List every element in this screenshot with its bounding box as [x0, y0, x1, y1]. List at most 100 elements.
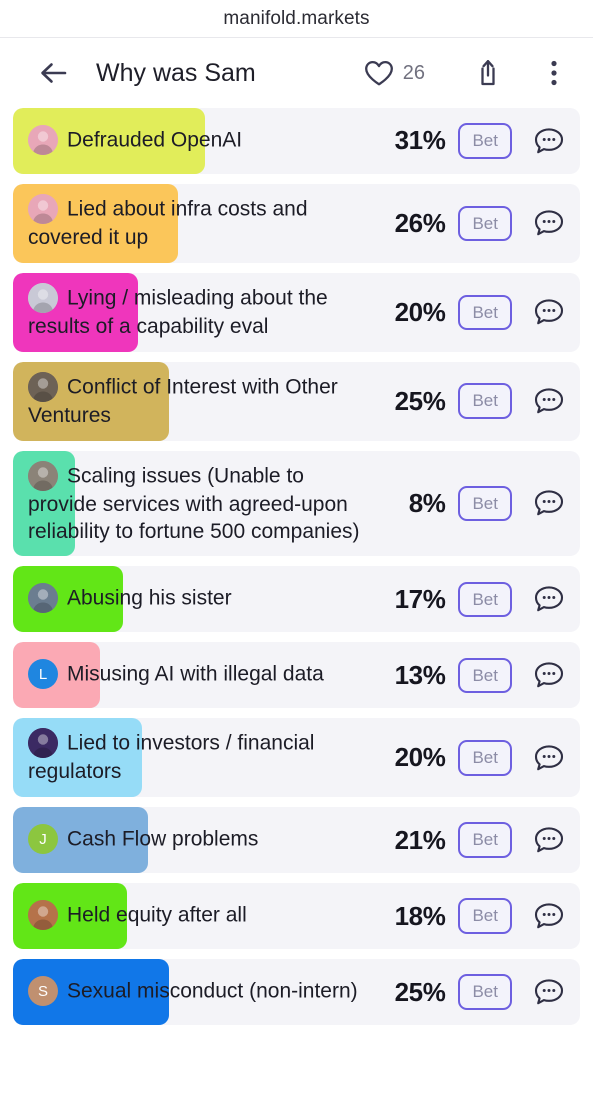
- answer-text-block: Conflict of Interest with Other Ventures: [28, 371, 373, 430]
- bet-button[interactable]: Bet: [458, 294, 512, 331]
- answer-label: Sexual misconduct (non-intern): [67, 979, 358, 1003]
- comment-icon: [533, 208, 565, 238]
- answer-row[interactable]: Conflict of Interest with Other Ventures…: [13, 361, 580, 441]
- comment-button[interactable]: [532, 658, 566, 692]
- answer-controls: 13% Bet: [373, 657, 580, 694]
- answer-row[interactable]: Defrauded OpenAI 31% Bet: [13, 108, 580, 174]
- answer-label: Held equity after all: [67, 903, 247, 927]
- answer-row[interactable]: Lied to investors / financial regulators…: [13, 718, 580, 798]
- probability-value: 25%: [394, 976, 446, 1007]
- answer-label: Lying / misleading about the results of …: [28, 286, 328, 338]
- avatar[interactable]: [28, 900, 58, 931]
- more-menu-button[interactable]: [535, 53, 573, 93]
- avatar[interactable]: [28, 371, 58, 402]
- answer-main: Scaling issues (Unable to provide servic…: [13, 460, 373, 546]
- bet-button[interactable]: Bet: [458, 205, 512, 242]
- answer-main: Defrauded OpenAI: [13, 125, 373, 156]
- answer-row[interactable]: Scaling issues (Unable to provide servic…: [13, 450, 580, 557]
- comment-icon: [533, 977, 565, 1007]
- comment-button[interactable]: [532, 124, 566, 158]
- avatar[interactable]: L: [28, 659, 58, 690]
- answer-controls: 20% Bet: [373, 740, 580, 776]
- answer-controls: 21% Bet: [373, 822, 580, 859]
- answer-row[interactable]: Held equity after all 18% Bet: [13, 883, 580, 950]
- bet-button[interactable]: Bet: [458, 822, 512, 859]
- answer-row[interactable]: Lying / misleading about the results of …: [13, 272, 580, 352]
- answer-controls: 17% Bet: [373, 581, 580, 618]
- url-text[interactable]: manifold.markets: [223, 8, 369, 30]
- avatar[interactable]: J: [28, 824, 58, 855]
- probability-value: 20%: [394, 742, 446, 773]
- comment-icon: [533, 660, 565, 690]
- comment-icon: [533, 297, 565, 327]
- probability-value: 18%: [394, 900, 446, 931]
- answer-row[interactable]: L Misusing AI with illegal data 13% Bet: [13, 642, 580, 709]
- bet-button[interactable]: Bet: [458, 740, 512, 776]
- avatar[interactable]: [28, 583, 58, 614]
- answer-row[interactable]: J Cash Flow problems 21% Bet: [13, 807, 580, 874]
- comment-button[interactable]: [532, 899, 566, 933]
- answer-row[interactable]: S Sexual misconduct (non-intern) 25% Bet: [13, 959, 580, 1026]
- probability-value: 17%: [394, 583, 446, 614]
- answer-main: Held equity after all: [13, 900, 373, 931]
- comment-button[interactable]: [532, 295, 566, 329]
- answer-controls: 20% Bet: [373, 294, 580, 331]
- avatar[interactable]: [28, 728, 58, 759]
- answer-main: S Sexual misconduct (non-intern): [13, 976, 373, 1007]
- bet-button[interactable]: Bet: [458, 974, 512, 1011]
- answer-label: Defrauded OpenAI: [67, 128, 243, 152]
- answer-row[interactable]: Abusing his sister 17% Bet: [13, 566, 580, 633]
- answer-list: Defrauded OpenAI 31% Bet Lied about infra c…: [0, 108, 593, 1026]
- answer-text-block: L Misusing AI with illegal data: [28, 659, 330, 690]
- comment-icon: [533, 825, 565, 855]
- avatar[interactable]: [28, 194, 58, 224]
- comment-button[interactable]: [532, 206, 566, 240]
- answer-main: Lying / misleading about the results of …: [13, 282, 373, 341]
- answer-text-block: Defrauded OpenAI: [28, 125, 248, 156]
- more-vertical-icon: [550, 59, 558, 87]
- answer-text-block: Abusing his sister: [28, 583, 238, 614]
- answer-label: Conflict of Interest with Other Ventures: [28, 375, 338, 427]
- comment-icon: [533, 488, 565, 518]
- avatar[interactable]: [28, 282, 58, 313]
- answer-text-block: Lying / misleading about the results of …: [28, 282, 373, 341]
- bet-button[interactable]: Bet: [458, 898, 512, 935]
- comment-button[interactable]: [532, 486, 566, 520]
- answer-controls: 25% Bet: [373, 974, 580, 1011]
- bet-button[interactable]: Bet: [458, 581, 512, 618]
- comment-icon: [533, 584, 565, 614]
- avatar[interactable]: [28, 125, 58, 155]
- answer-controls: 8% Bet: [373, 485, 580, 522]
- bet-button[interactable]: Bet: [458, 657, 512, 694]
- bet-button[interactable]: Bet: [458, 383, 512, 419]
- answer-controls: 26% Bet: [373, 205, 580, 242]
- comment-button[interactable]: [532, 823, 566, 857]
- comment-icon: [533, 743, 565, 773]
- like-button[interactable]: 26: [364, 60, 425, 87]
- answer-main: Lied to investors / financial regulators: [13, 728, 373, 786]
- answer-main: J Cash Flow problems: [13, 824, 373, 855]
- answer-label: Scaling issues (Unable to provide servic…: [28, 464, 360, 543]
- app-header: Why was Sam 26: [0, 38, 593, 108]
- answer-controls: 18% Bet: [373, 898, 580, 935]
- bet-button[interactable]: Bet: [458, 123, 512, 159]
- answer-label: Cash Flow problems: [67, 827, 259, 851]
- page-title: Why was Sam: [96, 58, 256, 87]
- answer-text-block: Lied about infra costs and covered it up: [28, 194, 373, 252]
- avatar[interactable]: S: [28, 976, 58, 1007]
- comment-button[interactable]: [532, 582, 566, 616]
- comment-button[interactable]: [532, 384, 566, 418]
- answer-main: L Misusing AI with illegal data: [13, 659, 373, 690]
- answer-text-block: J Cash Flow problems: [28, 824, 264, 855]
- answer-text-block: Scaling issues (Unable to provide servic…: [28, 460, 373, 546]
- answer-row[interactable]: Lied about infra costs and covered it up…: [13, 184, 580, 263]
- share-button[interactable]: [469, 53, 507, 93]
- comment-button[interactable]: [532, 741, 566, 775]
- answer-text-block: Lied to investors / financial regulators: [28, 728, 373, 786]
- comment-button[interactable]: [532, 975, 566, 1009]
- avatar[interactable]: [28, 460, 58, 491]
- back-button[interactable]: [34, 53, 74, 93]
- heart-icon: [364, 60, 394, 87]
- bet-button[interactable]: Bet: [458, 485, 512, 522]
- probability-value: 26%: [394, 207, 446, 238]
